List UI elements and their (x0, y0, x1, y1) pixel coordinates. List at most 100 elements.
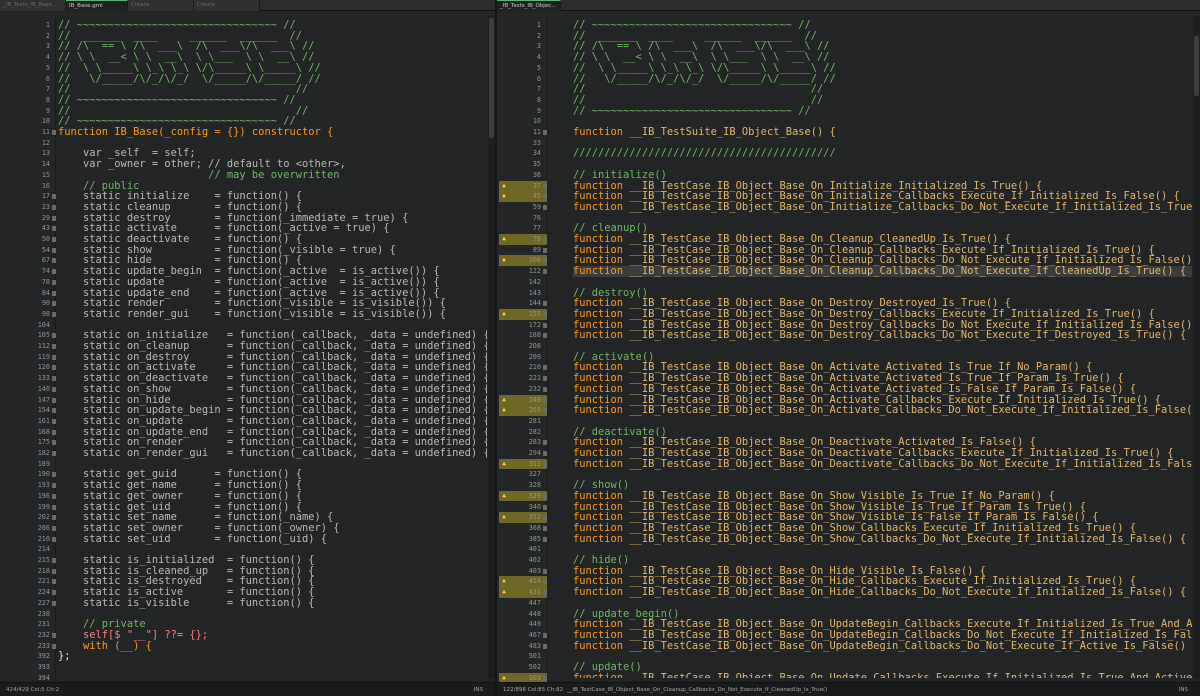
fold-toggle-icon[interactable] (52, 365, 56, 371)
fold-toggle-icon[interactable] (52, 333, 56, 339)
fold-toggle-icon[interactable] (543, 237, 547, 242)
code-line[interactable]: // ~~~~~~~~~~~~~~~~~~~~~~~~~~~~~~~~ // (573, 105, 811, 117)
fold-toggle-icon[interactable] (52, 579, 56, 585)
fold-toggle-icon[interactable] (52, 536, 56, 542)
fold-toggle-icon[interactable] (543, 365, 547, 371)
fold-toggle-icon[interactable] (52, 504, 56, 510)
fold-toggle-icon[interactable] (52, 568, 56, 574)
fold-toggle-icon[interactable] (52, 130, 56, 135)
code-line[interactable]: static on_render_gui = function(_callbac… (58, 448, 487, 459)
tab-left-2[interactable]: Create (128, 0, 194, 11)
code-line[interactable]: static set_owner = function(_owner) { (58, 523, 340, 534)
fold-toggle-icon[interactable] (52, 344, 56, 349)
code-line[interactable]: static render_gui = function(_visible = … (58, 309, 446, 320)
code-line[interactable]: static on_show = function(_callback, _da… (58, 384, 487, 395)
fold-toggle-icon[interactable] (52, 354, 56, 360)
fold-toggle-icon[interactable] (543, 204, 547, 210)
fold-toggle-icon[interactable] (543, 397, 547, 403)
code-line[interactable]: self[$ "__"] ??= {}; (58, 630, 208, 641)
fold-toggle-icon[interactable] (543, 643, 547, 649)
code-line[interactable]: // ~~~~~~~~~~~~~~~~~~~~~~~~~~~~~~~~ // (58, 95, 296, 106)
scrollbar-thumb-right[interactable] (1194, 36, 1199, 96)
scrollbar-left[interactable] (488, 16, 495, 678)
fold-toggle-icon[interactable] (52, 590, 56, 596)
fold-toggle-icon[interactable] (543, 269, 547, 275)
code-line[interactable]: function __IB_TestCase_IB_Object_Base_On… (573, 266, 1192, 277)
code-line[interactable]: function __IB_TestCase_IB_Object_Base_On… (573, 458, 1192, 470)
fold-toggle-icon[interactable] (52, 472, 56, 478)
fold-toggle-icon[interactable] (543, 515, 547, 521)
tab-left-0[interactable]: _IB_Tests_IB_Base... (0, 0, 66, 11)
fold-toggle-icon[interactable] (52, 558, 56, 563)
fold-toggle-icon[interactable] (52, 397, 56, 403)
fold-toggle-icon[interactable] (543, 322, 547, 328)
code-line[interactable]: // \ \_____\ \_\ \_\ \/\_____\ \_____\ /… (573, 63, 836, 74)
fold-toggle-icon[interactable] (543, 258, 547, 264)
scrollbar-thumb-left[interactable] (489, 18, 494, 138)
fold-toggle-icon[interactable] (52, 279, 56, 285)
fold-toggle-icon[interactable] (52, 226, 56, 232)
fold-toggle-icon[interactable] (52, 429, 56, 435)
fold-toggle-icon[interactable] (543, 333, 547, 339)
fold-toggle-icon[interactable] (52, 483, 56, 489)
fold-toggle-icon[interactable] (52, 237, 56, 242)
code-line[interactable]: ////////////////////////////////////////… (573, 148, 836, 159)
code-line[interactable]: with (__) { (58, 640, 152, 652)
tab-left-3[interactable]: Create (194, 0, 260, 11)
fold-toggle-icon[interactable] (52, 440, 56, 446)
fold-toggle-icon[interactable] (543, 301, 547, 307)
code-line[interactable]: function __IB_TestCase_IB_Object_Base_On… (573, 533, 1186, 545)
fold-toggle-icon[interactable] (52, 418, 56, 424)
code-area-right[interactable]: // ~~~~~~~~~~~~~~~~~~~~~~~~~~~~~~~~ ////… (573, 16, 1192, 678)
fold-toggle-icon[interactable] (52, 493, 56, 499)
code-line[interactable]: function IB_Base(_config = {}) construct… (58, 127, 333, 138)
code-line[interactable]: // // (573, 95, 823, 106)
code-line[interactable]: function __IB_TestCase_IB_Object_Base_On… (573, 405, 1192, 416)
fold-toggle-icon[interactable] (52, 632, 56, 638)
fold-toggle-icon[interactable] (52, 408, 56, 414)
fold-toggle-icon[interactable] (52, 451, 56, 456)
code-line[interactable]: static get_owner = function() { (58, 491, 302, 502)
code-line[interactable]: // may be overwritten (58, 170, 339, 181)
fold-toggle-icon[interactable] (543, 536, 547, 542)
fold-toggle-icon[interactable] (52, 301, 56, 307)
editor-pane-right[interactable]: _IB_Tests_IB_Objec...× 12345678910113334… (497, 0, 1200, 696)
fold-toggle-icon[interactable] (543, 568, 547, 574)
fold-toggle-icon[interactable] (543, 579, 547, 585)
fold-toggle-icon[interactable] (543, 194, 547, 200)
fold-toggle-icon[interactable] (543, 461, 547, 467)
fold-toggle-icon[interactable] (52, 376, 56, 382)
fold-toggle-icon[interactable] (52, 215, 56, 221)
close-tab-icon[interactable]: × (561, 3, 562, 9)
fold-toggle-icon[interactable] (543, 247, 547, 253)
code-line[interactable]: function __IB_TestCase_IB_Object_Base_On… (573, 202, 1192, 213)
fold-toggle-icon[interactable] (543, 376, 547, 382)
code-area-left[interactable]: // ~~~~~~~~~~~~~~~~~~~~~~~~~~~~~~~~ // //… (58, 16, 487, 678)
fold-toggle-icon[interactable] (543, 386, 547, 392)
code-line[interactable]: static update = function(_active = is_ac… (58, 277, 440, 288)
tab-left-1[interactable]: IB_Base.gml (66, 0, 128, 11)
code-line[interactable]: static cleanup = function() { (58, 202, 302, 213)
code-line[interactable]: function __IB_TestSuite_IB_Object_Base()… (573, 127, 836, 138)
code-line[interactable]: // \ \_____\ \_\ \_\ \/\_____\ \_____\ /… (58, 63, 321, 74)
fold-toggle-icon[interactable] (52, 643, 56, 649)
code-line[interactable]: }; (58, 651, 71, 662)
fold-toggle-icon[interactable] (52, 525, 56, 531)
code-line[interactable]: function __IB_TestCase_IB_Object_Base_On… (573, 640, 1192, 652)
fold-toggle-icon[interactable] (543, 408, 547, 414)
fold-toggle-icon[interactable] (52, 515, 56, 521)
fold-toggle-icon[interactable] (52, 290, 56, 296)
fold-toggle-icon[interactable] (52, 269, 56, 275)
code-line[interactable]: function __IB_TestCase_IB_Object_Base_On… (573, 587, 1186, 598)
fold-toggle-icon[interactable] (543, 675, 547, 681)
fold-toggle-icon[interactable] (52, 204, 56, 210)
fold-toggle-icon[interactable] (543, 183, 547, 189)
tab-right-0[interactable]: _IB_Tests_IB_Objec... × (497, 0, 561, 11)
fold-toggle-icon[interactable] (52, 258, 56, 264)
fold-toggle-icon[interactable] (543, 525, 547, 531)
fold-toggle-icon[interactable] (543, 451, 547, 456)
fold-toggle-icon[interactable] (543, 493, 547, 499)
code-line[interactable]: static is_visible = function() { (58, 598, 314, 609)
fold-toggle-icon[interactable] (543, 590, 547, 596)
editor-pane-left[interactable]: _IB_Tests_IB_Base... IB_Base.gml Create Cre… (0, 0, 495, 696)
